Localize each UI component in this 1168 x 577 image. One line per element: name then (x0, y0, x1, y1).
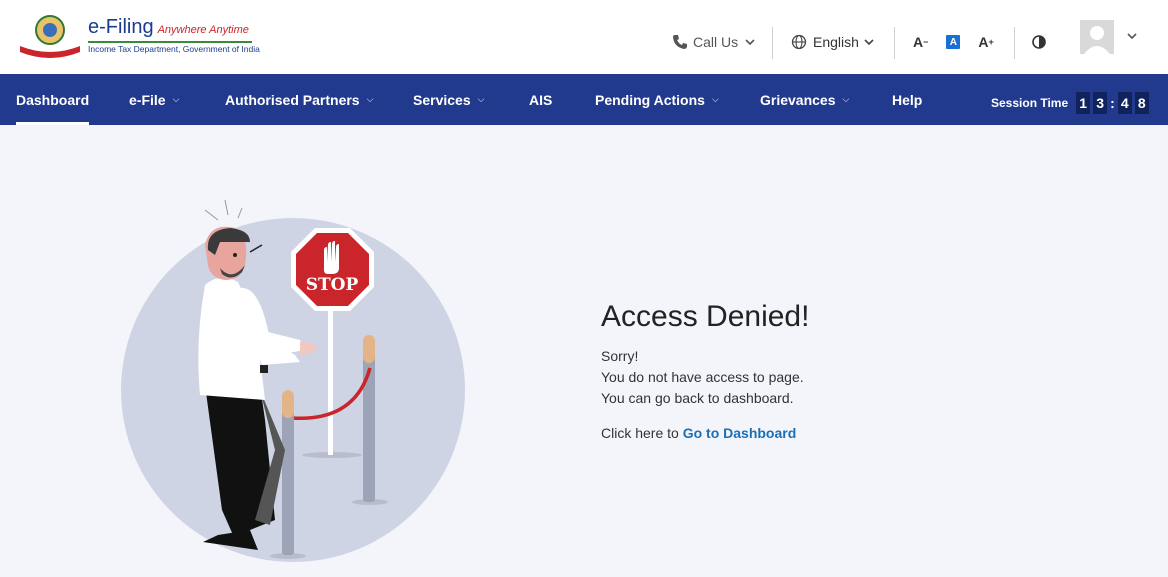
session-label: Session Time (991, 96, 1069, 110)
user-icon (1084, 26, 1110, 54)
session-digits: 1 3 : 4 8 (1076, 92, 1152, 114)
font-increase-button[interactable]: A + (978, 34, 993, 50)
phone-icon (673, 35, 687, 49)
header-separator (772, 27, 773, 59)
call-us-label: Call Us (693, 34, 739, 50)
call-us-dropdown[interactable]: Call Us (672, 28, 755, 56)
chevron-down-icon: ⌵ (172, 94, 180, 104)
globe-icon (791, 34, 807, 50)
access-denied-panel: Access Denied! Sorry! You do not have ac… (601, 300, 1021, 441)
brand-subtitle: Income Tax Department, Government of Ind… (88, 44, 260, 54)
nav-item-help[interactable]: Help (892, 74, 922, 125)
nav-item-efile[interactable]: e-File ⌵ (129, 74, 179, 125)
cta-prefix: Click here to (601, 425, 679, 441)
brand-underline (88, 41, 252, 43)
language-dropdown[interactable]: English (791, 28, 874, 56)
contrast-icon (1032, 35, 1046, 49)
chevron-down-icon (864, 39, 874, 46)
chevron-down-icon[interactable] (1126, 30, 1138, 42)
header-separator (1014, 27, 1015, 59)
chevron-down-icon (745, 39, 755, 46)
font-decrease-button[interactable]: A − (913, 34, 928, 50)
brand-title: e-Filing Anywhere Anytime (88, 16, 249, 38)
session-digit: 4 (1117, 92, 1132, 114)
avatar[interactable] (1080, 20, 1114, 54)
session-digit: 3 (1093, 92, 1108, 114)
page-title: Access Denied! (601, 300, 810, 333)
nav-item-authorised-partners[interactable]: Authorised Partners ⌵ (225, 74, 373, 125)
message-line: You do not have access to page. (601, 369, 804, 385)
chevron-down-icon: ⌵ (477, 94, 485, 104)
stop-sign-text: STOP (306, 275, 359, 295)
message-line: You can go back to dashboard. (601, 390, 794, 406)
session-timer: Session Time 1 3 : 4 8 (991, 91, 1152, 115)
nav-item-dashboard[interactable]: Dashboard (16, 74, 90, 125)
efiling-logo[interactable]: e-Filing Anywhere Anytime Income Tax Depa… (16, 12, 260, 62)
session-digit: 1 (1076, 92, 1091, 114)
language-label: English (813, 34, 859, 50)
access-denied-illustration: STOP (121, 199, 465, 562)
header-separator (894, 27, 895, 59)
chevron-down-icon: ⌵ (366, 94, 374, 104)
nav-item-ais[interactable]: AIS (529, 74, 552, 125)
nav-item-pending-actions[interactable]: Pending Actions ⌵ (595, 74, 719, 125)
font-size-controls: A − A A + (913, 28, 994, 56)
nav-item-services[interactable]: Services ⌵ (413, 74, 484, 125)
go-to-dashboard-link[interactable]: Go to Dashboard (683, 425, 797, 441)
dashboard-cta: Click here to Go to Dashboard (601, 425, 1021, 441)
message-line: Sorry! (601, 348, 639, 364)
session-digit: 8 (1134, 92, 1149, 114)
chevron-down-icon: ⌵ (842, 94, 850, 104)
main-nav: Dashboard e-File ⌵ Authorised Partners ⌵ S… (0, 74, 1168, 125)
nav-item-grievances[interactable]: Grievances ⌵ (760, 74, 849, 125)
contrast-toggle[interactable] (1032, 28, 1046, 56)
brand-tagline: Anywhere Anytime (157, 24, 249, 36)
top-header: e-Filing Anywhere Anytime Income Tax Depa… (0, 0, 1168, 74)
emblem-icon (20, 15, 80, 58)
session-colon: : (1110, 95, 1115, 111)
chevron-down-icon: ⌵ (711, 94, 719, 104)
font-default-button[interactable]: A (946, 35, 961, 49)
